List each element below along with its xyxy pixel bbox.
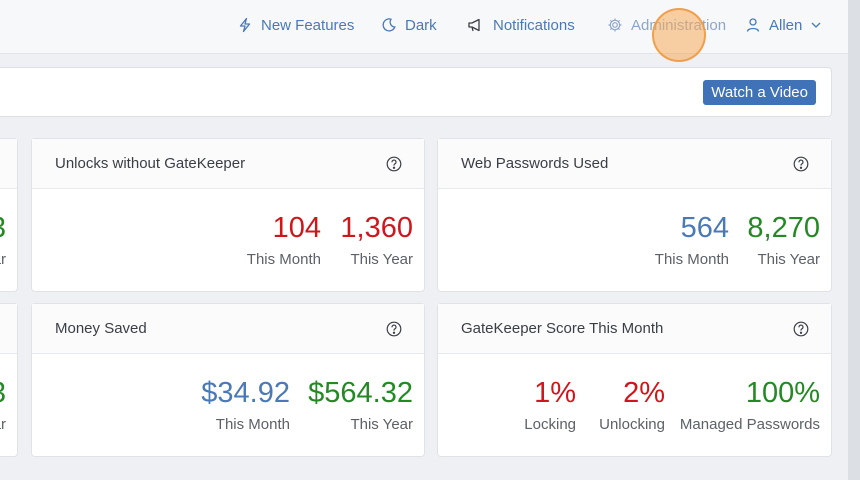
this-month-stat: 564 This Month bbox=[655, 211, 729, 268]
money-saved-card: Money Saved $34.92 This Month $564.32 Th… bbox=[31, 303, 425, 457]
stat-label: This Year bbox=[757, 251, 820, 268]
card-header: Unlocks without GateKeeper bbox=[32, 139, 424, 189]
stat-value: 104 bbox=[272, 212, 321, 244]
card-title: GateKeeper Score This Month bbox=[461, 320, 664, 337]
stat-label: This Year bbox=[350, 251, 413, 268]
help-circle-icon[interactable] bbox=[793, 321, 809, 337]
help-circle-icon[interactable] bbox=[386, 321, 402, 337]
stat-value: $34.92 bbox=[201, 377, 290, 409]
stat-value: 2% bbox=[623, 377, 665, 409]
card-header bbox=[0, 304, 17, 354]
card-body: 104 This Month 1,360 This Year bbox=[32, 189, 424, 291]
stat-label: ar bbox=[0, 416, 6, 433]
card-header: Money Saved bbox=[32, 304, 424, 354]
left-card-bottom: 3 ar bbox=[0, 303, 18, 457]
card-header: GateKeeper Score This Month bbox=[438, 304, 831, 354]
left-top-stat: 3 ar bbox=[0, 211, 6, 268]
megaphone-icon bbox=[467, 17, 483, 33]
notifications-link[interactable]: Notifications bbox=[467, 0, 575, 50]
stat-label: This Month bbox=[215, 416, 290, 433]
gatekeeper-score-card: GateKeeper Score This Month 1% Locking 2… bbox=[437, 303, 832, 457]
stat-label: This Month bbox=[654, 251, 729, 268]
this-month-stat: 104 This Month bbox=[247, 211, 321, 268]
stat-value: 100% bbox=[745, 377, 820, 409]
stat-label: Locking bbox=[524, 416, 576, 433]
watch-video-button[interactable]: Watch a Video bbox=[703, 80, 816, 105]
this-year-stat: $564.32 This Year bbox=[308, 376, 413, 433]
stat-value: 1% bbox=[534, 377, 576, 409]
administration-link[interactable]: Administration bbox=[607, 0, 726, 50]
card-body: 1% Locking 2% Unlocking 100% Managed Pas… bbox=[438, 354, 831, 456]
video-banner: Watch a Video bbox=[0, 67, 832, 117]
stat-value: 1,360 bbox=[340, 212, 413, 244]
gear-icon bbox=[607, 17, 623, 33]
window-edge bbox=[848, 0, 860, 480]
top-navigation: New Features Dark Notifications Administ… bbox=[0, 0, 860, 54]
user-icon bbox=[745, 17, 761, 33]
stat-label: Unlocking bbox=[599, 416, 665, 433]
notifications-label: Notifications bbox=[493, 16, 575, 34]
stat-label: Managed Passwords bbox=[679, 416, 820, 433]
stat-label: This Year bbox=[350, 416, 413, 433]
card-body: 3 ar bbox=[0, 354, 17, 456]
card-header: Web Passwords Used bbox=[438, 139, 831, 189]
chevron-down-icon bbox=[811, 21, 821, 29]
stat-label: This Month bbox=[246, 251, 321, 268]
dark-mode-label: Dark bbox=[405, 16, 437, 34]
unlocks-card: Unlocks without GateKeeper 104 This Mont… bbox=[31, 138, 425, 292]
left-card-top: 3 ar bbox=[0, 138, 18, 292]
stat-value: 3 bbox=[0, 211, 6, 245]
card-body: 564 This Month 8,270 This Year bbox=[438, 189, 831, 291]
this-year-stat: 8,270 This Year bbox=[747, 211, 820, 268]
this-year-stat: 1,360 This Year bbox=[340, 211, 413, 268]
card-title: Unlocks without GateKeeper bbox=[55, 155, 246, 172]
stat-value: 8,270 bbox=[747, 212, 820, 244]
user-name: Allen bbox=[769, 16, 803, 34]
stat-label: ar bbox=[0, 251, 6, 268]
locking-stat: 1% Locking bbox=[524, 376, 576, 433]
card-header bbox=[0, 139, 17, 189]
administration-label: Administration bbox=[631, 16, 727, 34]
managed-passwords-stat: 100% Managed Passwords bbox=[680, 376, 820, 433]
dark-mode-toggle[interactable]: Dark bbox=[381, 0, 437, 50]
card-title: Web Passwords Used bbox=[461, 155, 609, 172]
moon-icon bbox=[381, 17, 397, 33]
stat-value: 3 bbox=[0, 376, 6, 410]
card-title: Money Saved bbox=[55, 320, 147, 337]
bolt-icon bbox=[237, 17, 253, 33]
new-features-label: New Features bbox=[261, 16, 355, 34]
help-circle-icon[interactable] bbox=[386, 156, 402, 172]
this-month-stat: $34.92 This Month bbox=[201, 376, 290, 433]
new-features-link[interactable]: New Features bbox=[237, 0, 354, 50]
stat-value: 564 bbox=[680, 212, 729, 244]
card-body: 3 ar bbox=[0, 189, 17, 291]
help-circle-icon[interactable] bbox=[793, 156, 809, 172]
stat-value: $564.32 bbox=[308, 377, 413, 409]
user-menu[interactable]: Allen bbox=[745, 0, 821, 50]
card-body: $34.92 This Month $564.32 This Year bbox=[32, 354, 424, 456]
web-passwords-card: Web Passwords Used 564 This Month 8,270 … bbox=[437, 138, 832, 292]
unlocking-stat: 2% Unlocking bbox=[599, 376, 665, 433]
left-bottom-stat: 3 ar bbox=[0, 376, 6, 433]
